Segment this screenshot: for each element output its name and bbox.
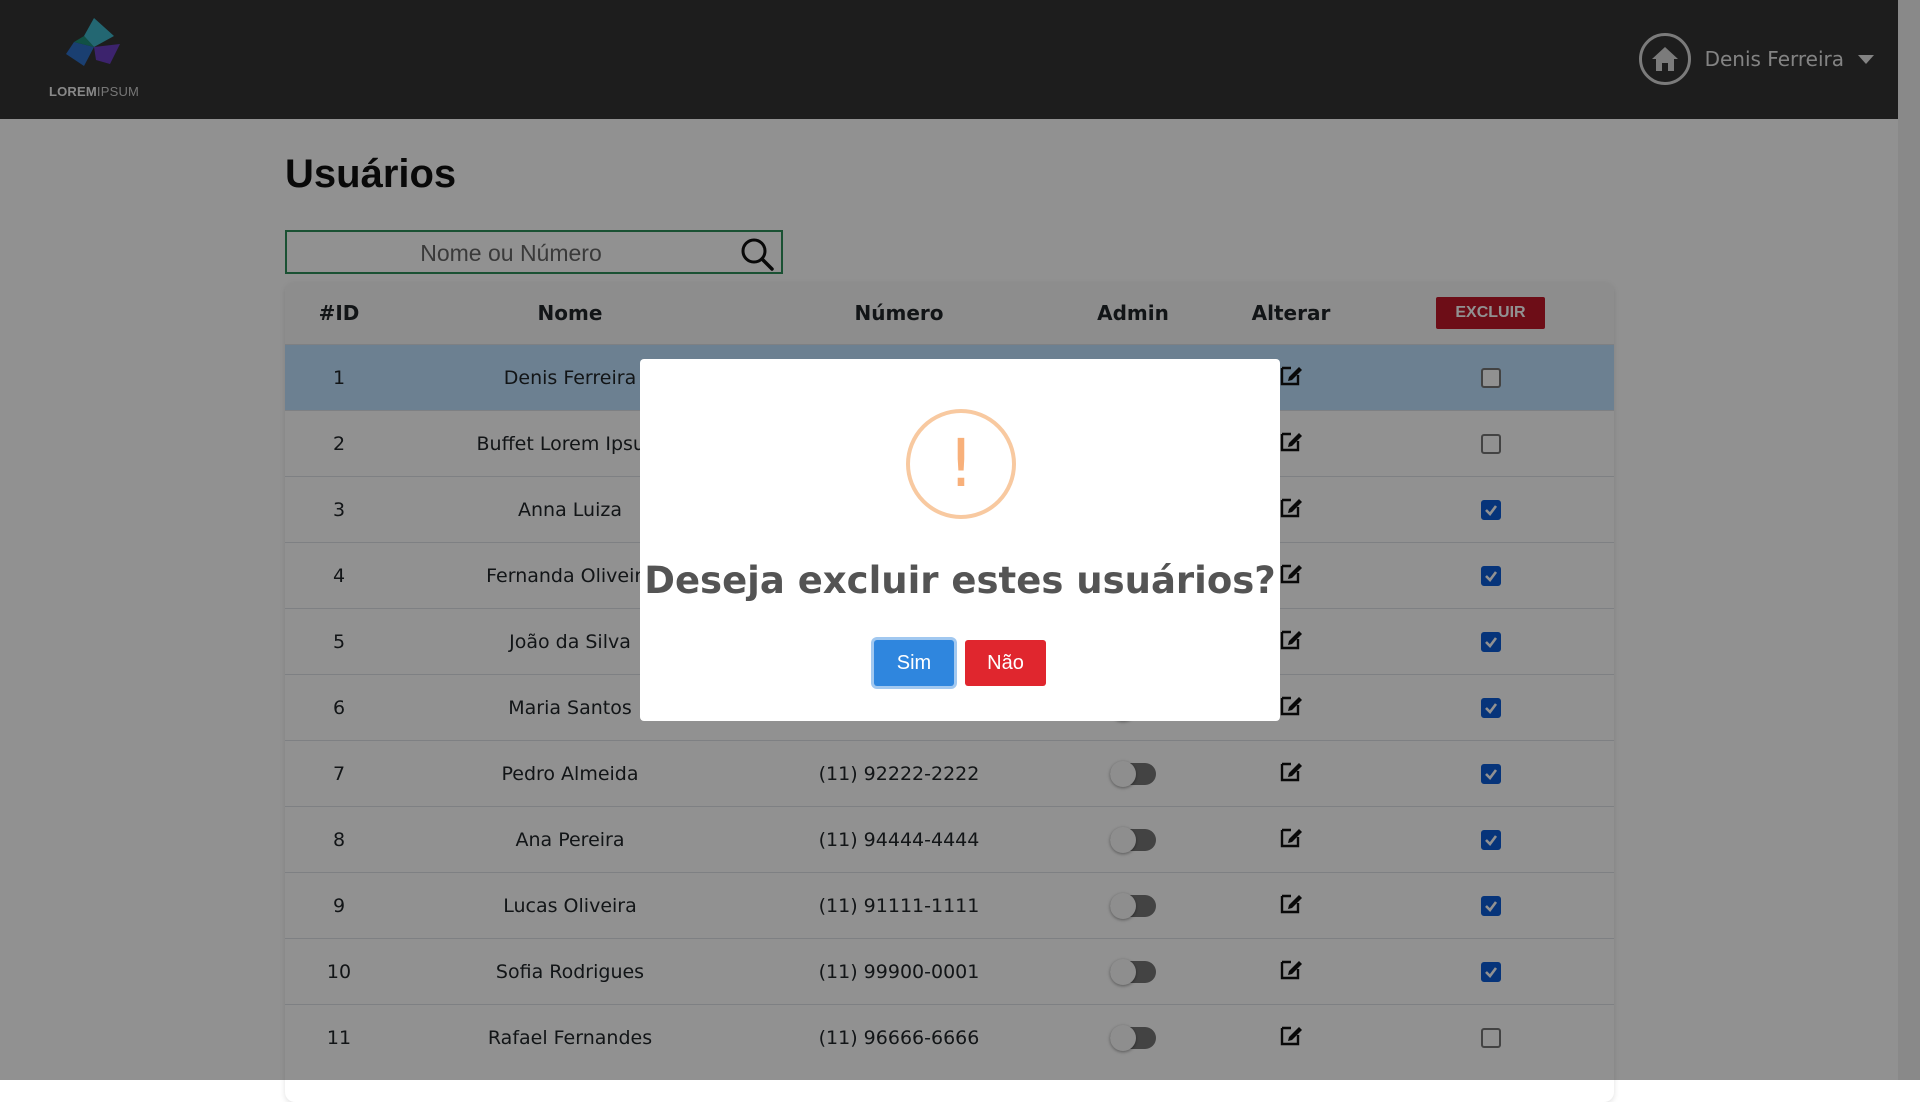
exclamation-icon: ! xyxy=(906,409,1016,519)
confirm-dialog: ! Deseja excluir estes usuários? Sim Não xyxy=(640,359,1280,721)
dialog-title: Deseja excluir estes usuários? xyxy=(644,559,1276,602)
cancel-button[interactable]: Não xyxy=(965,640,1046,686)
confirm-button[interactable]: Sim xyxy=(874,640,954,686)
dialog-actions: Sim Não xyxy=(640,640,1280,686)
